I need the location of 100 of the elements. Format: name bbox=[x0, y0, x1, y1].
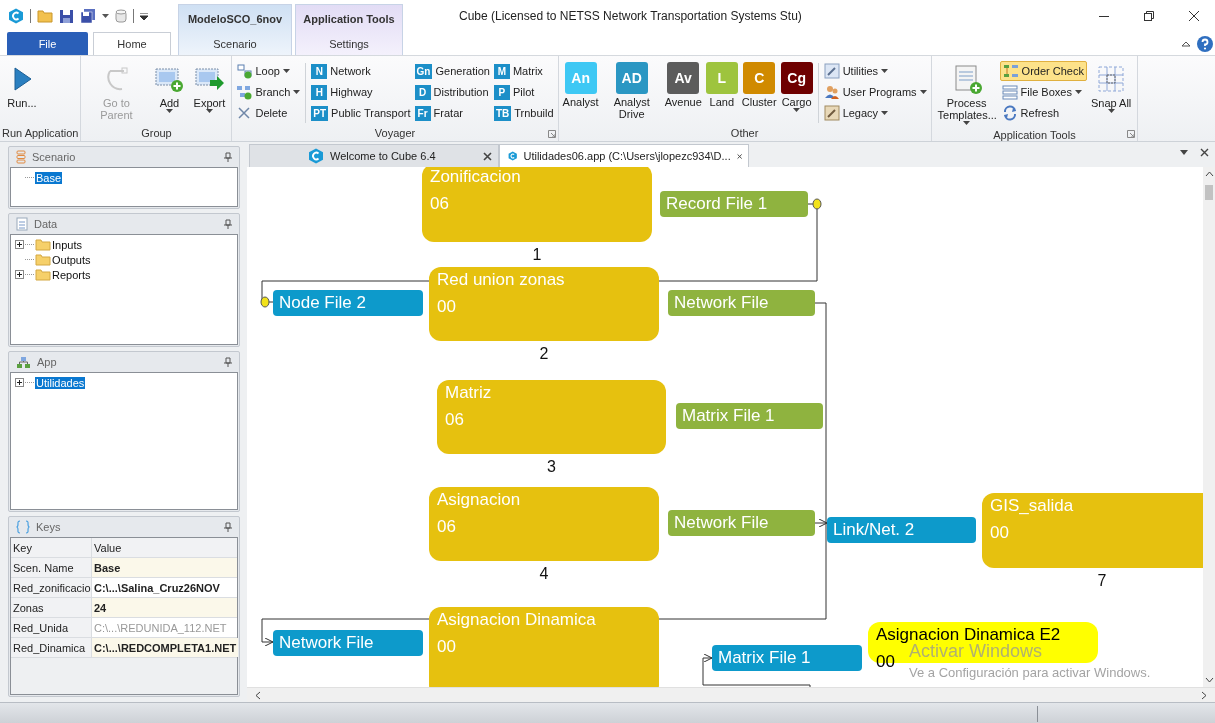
process-code: 06 bbox=[437, 516, 456, 539]
expand-icon[interactable] bbox=[15, 378, 24, 387]
module-badge: N bbox=[311, 63, 328, 79]
ribbon-button[interactable]: P Pilot bbox=[491, 82, 556, 102]
ribbon-button[interactable]: Order Check bbox=[999, 61, 1087, 81]
connector-dot bbox=[812, 198, 822, 210]
save-all-icon[interactable] bbox=[80, 8, 96, 24]
process-title: Asignacion Dinamica bbox=[437, 609, 597, 632]
restore-icon[interactable] bbox=[1143, 10, 1155, 22]
expand-icon[interactable] bbox=[15, 270, 24, 279]
ribbon-button[interactable]: C Cluster bbox=[739, 59, 779, 111]
tree-item[interactable]: Outputs bbox=[51, 253, 92, 266]
panel-title: Keys bbox=[36, 521, 61, 533]
help-icon[interactable] bbox=[1197, 35, 1213, 52]
scroll-right-icon[interactable] bbox=[1201, 690, 1207, 700]
pin-icon[interactable] bbox=[224, 522, 232, 532]
customize-caret-icon[interactable] bbox=[140, 12, 148, 20]
ribbon-button[interactable]: L Land bbox=[703, 59, 740, 111]
module-badge: Gn bbox=[414, 63, 433, 79]
collapse-ribbon-icon[interactable] bbox=[1181, 39, 1191, 48]
ribbon-button[interactable]: TB Trnbuild bbox=[491, 103, 556, 123]
ribbon-button[interactable]: Branch bbox=[234, 82, 303, 102]
flow-icon bbox=[1002, 63, 1019, 79]
table-cell[interactable]: 24 bbox=[92, 598, 237, 617]
tree-item[interactable]: Base bbox=[35, 171, 63, 184]
process-title: Asignacion bbox=[437, 489, 522, 512]
ribbon-button[interactable]: H Highway bbox=[309, 82, 413, 102]
tree-item[interactable]: Utilidades bbox=[35, 376, 86, 389]
pin-icon[interactable] bbox=[224, 219, 232, 229]
ribbon-button[interactable]: Legacy bbox=[821, 103, 929, 123]
close-icon[interactable] bbox=[736, 151, 742, 161]
dialog-launcher-icon[interactable] bbox=[1127, 130, 1136, 138]
ribbon-button[interactable]: Delete bbox=[234, 103, 303, 123]
app-logo-icon bbox=[308, 148, 324, 165]
horizontal-scrollbar[interactable] bbox=[247, 687, 1215, 702]
ribbon-button[interactable]: Av Avenue bbox=[662, 59, 704, 111]
close-icon[interactable] bbox=[1200, 148, 1209, 158]
app-tile: Cg bbox=[780, 62, 813, 94]
caret-icon bbox=[293, 90, 301, 94]
module-badge: M bbox=[493, 63, 510, 79]
caret-icon bbox=[205, 109, 213, 113]
expand-icon[interactable] bbox=[15, 240, 24, 249]
process-code: 00 bbox=[437, 636, 456, 659]
document-tab[interactable]: Welcome to Cube 6.4 bbox=[249, 144, 499, 168]
ribbon-button[interactable]: Snap All bbox=[1088, 61, 1134, 115]
ribbon-button[interactable]: D Distribution bbox=[412, 82, 492, 102]
ribbon-tab[interactable]: Settings bbox=[296, 32, 402, 55]
process-code: 06 bbox=[430, 193, 449, 216]
ribbon-button[interactable]: File Boxes bbox=[999, 82, 1087, 102]
ribbon-button[interactable]: PT Public Transport bbox=[309, 103, 413, 123]
table-cell[interactable]: C:\...\REDCOMPLETA1.NET bbox=[92, 638, 239, 657]
database-icon[interactable] bbox=[115, 8, 127, 24]
dialog-launcher-icon[interactable] bbox=[547, 130, 556, 138]
ribbon-button[interactable]: Refresh bbox=[999, 103, 1087, 123]
caret-icon[interactable] bbox=[1180, 150, 1188, 156]
tree-item[interactable]: Inputs bbox=[51, 238, 83, 251]
ribbon-button[interactable]: AD Analyst Drive bbox=[600, 59, 663, 123]
ribbon-button[interactable]: Gn Generation bbox=[412, 61, 492, 81]
caret-icon[interactable] bbox=[102, 14, 109, 18]
module-badge: Fr bbox=[414, 105, 431, 121]
save-icon[interactable] bbox=[59, 8, 74, 24]
caret-icon bbox=[282, 69, 290, 73]
ribbon-button[interactable]: N Network bbox=[309, 61, 413, 81]
ribbon-tab[interactable]: Home bbox=[93, 32, 171, 55]
pin-icon[interactable] bbox=[224, 152, 232, 162]
table-cell[interactable]: C:\...\Salina_Cruz26NOV bbox=[92, 578, 237, 597]
document-tab[interactable]: Utilidades06.app (C:\Users\jlopezc934\D... bbox=[499, 144, 749, 168]
process-title: Matriz bbox=[445, 382, 493, 405]
process-code: 00 bbox=[990, 522, 1009, 545]
ribbon-button[interactable]: Fr Fratar bbox=[412, 103, 492, 123]
ribbon-button[interactable]: Add bbox=[151, 61, 188, 115]
pin-icon[interactable] bbox=[224, 357, 232, 367]
caret-icon bbox=[165, 109, 173, 113]
app-logo-icon[interactable] bbox=[8, 8, 24, 24]
close-icon[interactable] bbox=[1188, 10, 1200, 22]
table-cell: Red_Dinamica bbox=[11, 638, 92, 657]
scroll-down-icon[interactable] bbox=[1204, 677, 1214, 684]
table-cell: Red_zonificacio bbox=[11, 578, 92, 597]
ribbon-button[interactable]: An Analyst bbox=[560, 59, 601, 111]
column-header: Key bbox=[11, 538, 92, 557]
ribbon-button[interactable]: M Matrix bbox=[491, 61, 556, 81]
scroll-thumb[interactable] bbox=[1205, 185, 1213, 201]
ribbon-button[interactable]: Process Templates... bbox=[935, 61, 998, 127]
ribbon-button[interactable]: Run... bbox=[4, 61, 40, 111]
order-number: 7 bbox=[1096, 572, 1108, 591]
ribbon-button[interactable]: Loop bbox=[234, 61, 303, 81]
panel-title: Data bbox=[34, 218, 58, 230]
scroll-up-icon[interactable] bbox=[1204, 171, 1214, 178]
ribbon-button[interactable]: User Programs bbox=[821, 82, 929, 102]
close-icon[interactable] bbox=[483, 151, 492, 161]
table-cell[interactable]: Base bbox=[92, 558, 237, 577]
ribbon-button[interactable]: Export bbox=[191, 61, 228, 115]
scroll-left-icon[interactable] bbox=[255, 690, 261, 700]
ribbon-button[interactable]: Utilities bbox=[821, 61, 929, 81]
file-tab[interactable]: File bbox=[7, 32, 88, 55]
ribbon-button[interactable]: Cg Cargo bbox=[778, 59, 815, 115]
braces-icon bbox=[16, 520, 30, 534]
context-group-title: ModeloSCO_6nov bbox=[186, 11, 284, 27]
tree-item[interactable]: Reports bbox=[51, 268, 92, 281]
ribbon-tab[interactable]: Scenario bbox=[179, 32, 291, 55]
